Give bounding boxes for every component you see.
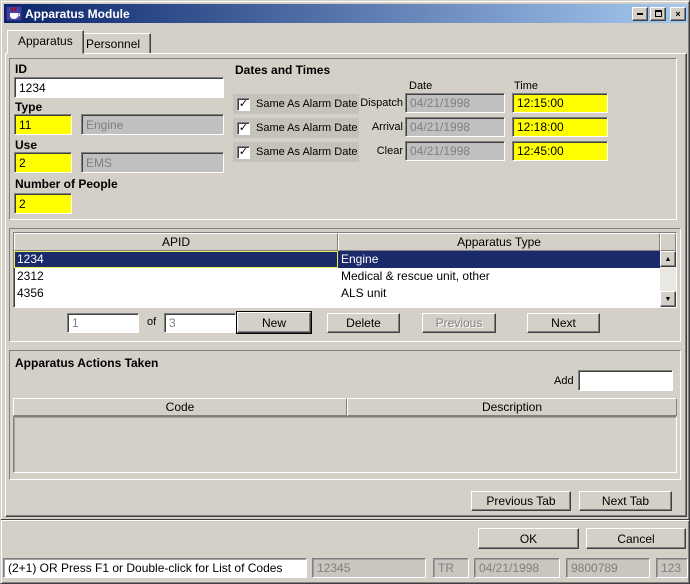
status-message: (2+1) OR Press F1 or Double-click for Li…: [3, 558, 307, 578]
record-index-input[interactable]: [67, 313, 139, 333]
add-code-input[interactable]: [578, 370, 673, 391]
separator-line: [1, 519, 690, 521]
ok-button[interactable]: OK: [478, 528, 579, 549]
clear-date-field: 04/21/1998: [405, 141, 505, 161]
add-label: Add: [554, 375, 574, 387]
use-code-input[interactable]: [14, 152, 72, 173]
scrollbar-header-spacer: [660, 233, 676, 251]
status-field-fdid: 12345: [312, 558, 426, 578]
id-label: ID: [15, 62, 27, 76]
window-title: Apparatus Module: [25, 7, 130, 21]
date-column-label: Date: [409, 80, 432, 92]
type-label: Type: [15, 100, 42, 114]
check-icon: ✓: [237, 98, 250, 111]
scroll-down-button[interactable]: ▼: [660, 291, 676, 307]
next-tab-button[interactable]: Next Tab: [579, 491, 672, 511]
apid-cell[interactable]: 4356: [14, 285, 338, 302]
dispatch-date-field: 04/21/1998: [405, 93, 505, 113]
java-cup-icon: [6, 6, 22, 21]
time-column-label: Time: [514, 80, 538, 92]
arrival-label: Arrival: [359, 121, 403, 133]
next-button[interactable]: Next: [527, 313, 600, 333]
table-row[interactable]: 2312 Medical & rescue unit, other: [14, 268, 660, 285]
clear-label: Clear: [359, 145, 403, 157]
apid-cell[interactable]: 2312: [14, 268, 338, 285]
scroll-down-icon: ▼: [665, 296, 672, 303]
of-label: of: [147, 316, 156, 328]
tab-apparatus[interactable]: Apparatus: [7, 30, 84, 54]
new-button[interactable]: New: [237, 312, 311, 333]
actions-table-body[interactable]: [13, 416, 677, 473]
apparatus-table: APID Apparatus Type 1234 Engine 2312 Med…: [13, 232, 677, 308]
type-cell[interactable]: Engine: [338, 251, 660, 268]
tab-personnel[interactable]: Personnel: [75, 33, 151, 54]
scroll-up-button[interactable]: ▲: [660, 251, 676, 267]
status-field-state: TR: [433, 558, 469, 578]
cancel-button[interactable]: Cancel: [586, 528, 686, 549]
type-cell[interactable]: Medical & rescue unit, other: [338, 268, 660, 285]
check-icon: ✓: [237, 122, 250, 135]
use-label: Use: [15, 138, 37, 152]
description-column-header[interactable]: Description: [347, 398, 677, 416]
status-field-incident: 9800789: [566, 558, 650, 578]
clear-same-as-alarm-checkbox[interactable]: ✓ Same As Alarm Date: [233, 142, 359, 162]
arrival-date-field: 04/21/1998: [405, 117, 505, 137]
dates-times-title: Dates and Times: [235, 63, 330, 77]
people-label: Number of People: [15, 177, 118, 191]
check-icon: ✓: [237, 146, 250, 159]
status-field-exposure: 123: [656, 558, 688, 578]
close-button[interactable]: ×: [670, 7, 686, 21]
type-code-input[interactable]: [14, 114, 72, 135]
checkbox-label: Same As Alarm Date: [256, 98, 358, 110]
apid-column-header[interactable]: APID: [14, 233, 338, 251]
checkbox-label: Same As Alarm Date: [256, 146, 358, 158]
apparatus-type-column-header[interactable]: Apparatus Type: [338, 233, 660, 251]
scroll-up-icon: ▲: [665, 256, 672, 263]
maximize-button[interactable]: [650, 7, 666, 21]
type-description-field: Engine: [81, 114, 224, 135]
table-row[interactable]: 1234 Engine: [14, 251, 660, 268]
actions-table-header: Code Description: [13, 398, 677, 416]
apid-cell[interactable]: 1234: [14, 251, 338, 268]
use-description-field: EMS: [81, 152, 224, 173]
previous-tab-button[interactable]: Previous Tab: [471, 491, 571, 511]
dispatch-label: Dispatch: [359, 97, 403, 109]
people-input[interactable]: [14, 193, 72, 214]
previous-button[interactable]: Previous: [422, 313, 496, 333]
dispatch-time-input[interactable]: [512, 93, 608, 113]
status-field-date: 04/21/1998: [474, 558, 560, 578]
delete-button[interactable]: Delete: [327, 313, 400, 333]
table-scrollbar[interactable]: ▲ ▼: [660, 251, 676, 307]
tab-apparatus-label: Apparatus: [18, 34, 73, 48]
close-icon: ×: [675, 9, 680, 19]
id-input[interactable]: [14, 77, 224, 98]
record-count-input[interactable]: [164, 313, 236, 333]
dispatch-same-as-alarm-checkbox[interactable]: ✓ Same As Alarm Date: [233, 94, 359, 114]
table-row[interactable]: 4356 ALS unit: [14, 285, 660, 302]
arrival-same-as-alarm-checkbox[interactable]: ✓ Same As Alarm Date: [233, 118, 359, 138]
minimize-button[interactable]: [632, 7, 648, 21]
tab-personnel-label: Personnel: [86, 37, 140, 51]
code-column-header[interactable]: Code: [13, 398, 347, 416]
type-cell[interactable]: ALS unit: [338, 285, 660, 302]
title-bar[interactable]: Apparatus Module ×: [4, 4, 688, 23]
actions-title: Apparatus Actions Taken: [15, 356, 158, 370]
minimize-icon: [637, 13, 643, 15]
arrival-time-input[interactable]: [512, 117, 608, 137]
checkbox-label: Same As Alarm Date: [256, 122, 358, 134]
maximize-icon: [655, 10, 662, 17]
apparatus-module-window: Apparatus Module × Apparatus Personnel I…: [0, 0, 690, 584]
clear-time-input[interactable]: [512, 141, 608, 161]
